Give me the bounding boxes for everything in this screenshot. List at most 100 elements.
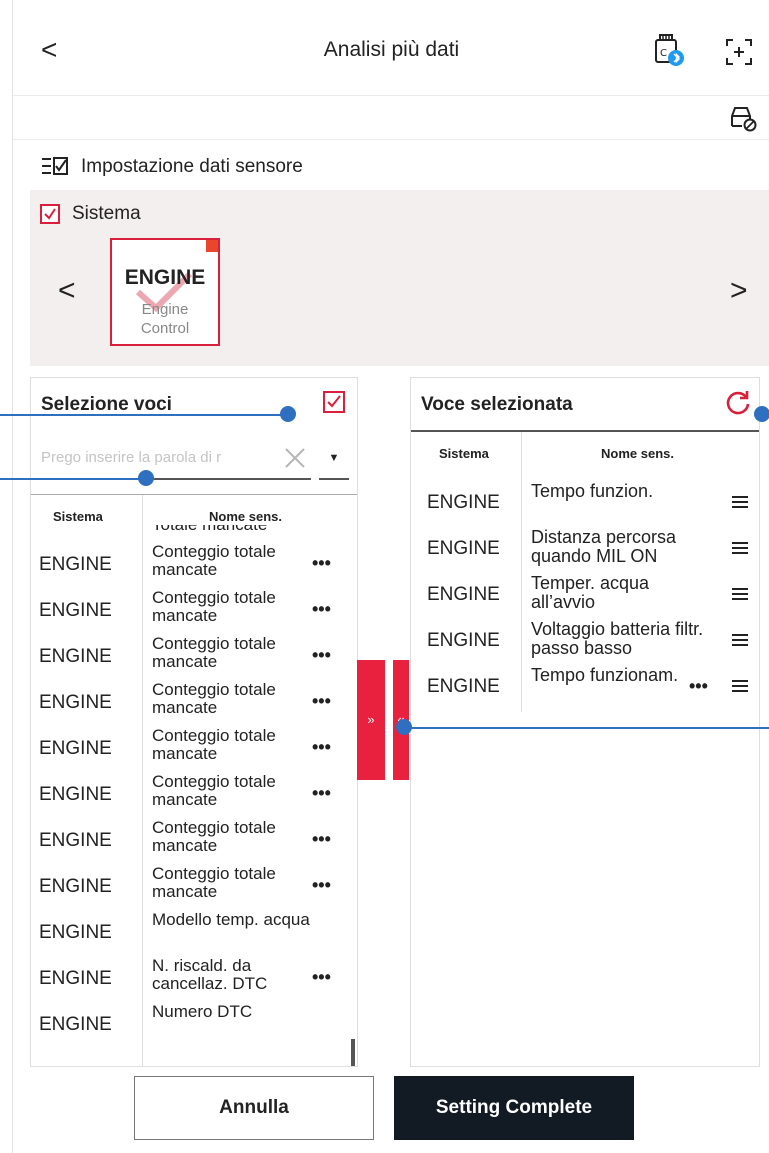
more-options-icon[interactable]: ••• xyxy=(312,599,331,620)
callout-line xyxy=(0,414,288,416)
section-header: Impostazione dati sensore xyxy=(41,152,303,182)
row-system: ENGINE xyxy=(427,538,500,559)
cancel-button[interactable]: Annulla xyxy=(134,1076,374,1140)
table-row[interactable]: ENGINE Modello temp. acqua xyxy=(31,909,357,955)
table-row[interactable]: ENGINE Conteggio totale mancate ••• xyxy=(31,679,357,725)
table-row[interactable]: ENGINE Temper. acqua all’avvio xyxy=(411,572,759,618)
row-system: ENGINE xyxy=(39,646,112,667)
selected-corner-marker xyxy=(206,240,218,252)
table-row[interactable]: ENGINE Conteggio totale mancate ••• xyxy=(31,817,357,863)
row-system: ENGINE xyxy=(39,922,112,943)
app-frame: < Analisi più dati C Impostazione dati s… xyxy=(12,0,769,1153)
table-row[interactable]: ENGINE Conteggio totale mancate ••• xyxy=(31,633,357,679)
callout-line xyxy=(0,478,146,480)
more-options-icon[interactable]: ••• xyxy=(312,783,331,804)
row-system: ENGINE xyxy=(39,738,112,759)
row-sensor-name: Conteggio totale mancate xyxy=(152,589,276,625)
drag-handle-icon[interactable] xyxy=(731,678,749,694)
more-options-icon[interactable]: ••• xyxy=(312,645,331,666)
row-sensor-name: Conteggio totale mancate xyxy=(152,865,276,901)
system-card-title: ENGINE xyxy=(124,266,206,289)
drag-handle-icon[interactable] xyxy=(731,632,749,648)
row-sensor-name: Conteggio totale mancate xyxy=(152,773,276,809)
setting-complete-button[interactable]: Setting Complete xyxy=(394,1076,634,1140)
row-system: ENGINE xyxy=(39,692,112,713)
row-system: ENGINE xyxy=(39,1014,112,1035)
row-system: ENGINE xyxy=(39,784,112,805)
table-row[interactable]: ENGINE Numero DTC xyxy=(31,1001,357,1047)
row-sensor-name: Tempo funzionam. xyxy=(531,666,679,685)
row-sensor-name: Tempo funzion. xyxy=(531,482,654,501)
more-options-icon[interactable]: ••• xyxy=(312,967,331,988)
system-select-all-checkbox[interactable] xyxy=(40,204,60,224)
row-sensor-name: Conteggio totale mancate xyxy=(152,681,276,717)
toolbar xyxy=(13,96,769,140)
system-card-engine[interactable]: ENGINE Engine Control xyxy=(110,238,220,346)
selected-items-table: Sistema Nome sens. ENGINE Tempo funzion. E… xyxy=(411,430,759,1066)
select-all-checkbox[interactable] xyxy=(323,391,345,413)
selected-items-title: Voce selezionata xyxy=(421,394,573,415)
more-options-icon[interactable]: ••• xyxy=(312,553,331,574)
search-input[interactable] xyxy=(41,438,271,476)
row-sensor-name: Distanza percorsa quando MIL ON xyxy=(531,528,677,566)
row-sensor-name: Modello temp. acqua xyxy=(152,911,310,929)
row-system: ENGINE xyxy=(39,600,112,621)
scan-frame-icon[interactable] xyxy=(725,38,753,66)
row-sensor-name: Conteggio totale mancate xyxy=(152,635,276,671)
system-card-subtitle: Engine Control xyxy=(140,301,190,337)
table-row[interactable]: ENGINE Conteggio totale mancate ••• xyxy=(31,541,357,587)
table-row[interactable]: ENGINE Tempo funzionam. ••• xyxy=(411,664,759,710)
callout-dot xyxy=(138,470,154,486)
system-label: Sistema xyxy=(72,203,141,224)
row-sensor-name: Numero DTC xyxy=(152,1003,253,1021)
item-selection-panel: Selezione voci ▼ Sistema Nome sens. Tota… xyxy=(30,377,358,1067)
table-row[interactable]: ENGINE Conteggio totale mancate ••• xyxy=(31,771,357,817)
row-system: ENGINE xyxy=(39,830,112,851)
filter-dropdown-button[interactable]: ▼ xyxy=(319,438,349,480)
table-row[interactable]: ENGINE Conteggio totale mancate ••• xyxy=(31,587,357,633)
add-items-button[interactable]: » xyxy=(357,660,385,780)
search-field xyxy=(41,438,311,480)
callout-line xyxy=(404,727,769,729)
table-row[interactable]: ENGINE N. riscald. da cancellaz. DTC ••• xyxy=(31,955,357,1001)
table-row[interactable]: ENGINE Distanza percorsa quando MIL ON xyxy=(411,526,759,572)
more-options-icon[interactable]: ••• xyxy=(312,737,331,758)
drag-handle-icon[interactable] xyxy=(731,540,749,556)
close-icon[interactable] xyxy=(283,446,307,470)
vci-bluetooth-icon[interactable]: C xyxy=(653,32,687,68)
svg-text:C: C xyxy=(660,48,667,59)
item-selection-table: Sistema Nome sens. Totale mancate ENGINE… xyxy=(31,494,357,1066)
more-options-icon[interactable]: ••• xyxy=(689,676,708,697)
system-selector-panel: Sistema < ENGINE Engine Control > xyxy=(30,190,769,366)
column-header-system: Sistema xyxy=(53,509,103,524)
row-sensor-name: Conteggio totale mancate xyxy=(152,543,276,579)
system-prev-button[interactable]: < xyxy=(58,274,84,308)
table-row[interactable]: ENGINE Conteggio totale mancate ••• xyxy=(31,863,357,909)
row-system: ENGINE xyxy=(427,630,500,651)
column-header-name: Nome sens. xyxy=(209,509,282,524)
row-system: ENGINE xyxy=(427,584,500,605)
vehicle-check-icon[interactable] xyxy=(728,104,758,132)
scrollbar[interactable] xyxy=(351,1039,355,1066)
drag-handle-icon[interactable] xyxy=(731,586,749,602)
section-title: Impostazione dati sensore xyxy=(81,156,303,177)
row-system: ENGINE xyxy=(427,492,500,513)
row-system: ENGINE xyxy=(39,554,112,575)
refresh-icon[interactable] xyxy=(725,390,751,416)
callout-dot xyxy=(280,406,296,422)
more-options-icon[interactable]: ••• xyxy=(312,691,331,712)
row-system: ENGINE xyxy=(39,968,112,989)
table-row[interactable]: ENGINE Voltaggio batteria filtr. passo ba… xyxy=(411,618,759,664)
selected-items-panel: Voce selezionata Sistema Nome sens. ENGI… xyxy=(410,377,760,1067)
more-options-icon[interactable]: ••• xyxy=(312,829,331,850)
system-next-button[interactable]: > xyxy=(730,274,756,308)
item-selection-header: Selezione voci xyxy=(31,378,357,430)
drag-handle-icon[interactable] xyxy=(731,494,749,510)
table-row[interactable]: ENGINE Conteggio totale mancate ••• xyxy=(31,725,357,771)
column-header-name: Nome sens. xyxy=(601,446,674,461)
table-row[interactable]: ENGINE Tempo funzion. xyxy=(411,480,759,526)
row-sensor-name: Conteggio totale mancate xyxy=(152,727,276,763)
list-check-icon xyxy=(41,156,69,178)
more-options-icon[interactable]: ••• xyxy=(312,875,331,896)
column-header-system: Sistema xyxy=(439,446,489,461)
